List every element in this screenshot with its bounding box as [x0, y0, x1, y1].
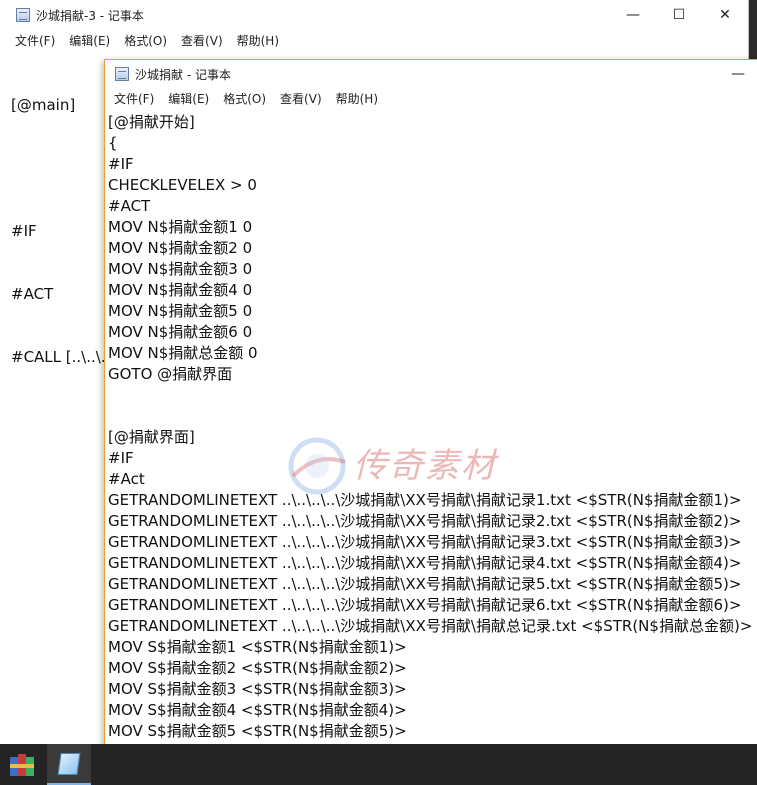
text-line: MOV N$捐献总金额 0	[108, 344, 258, 362]
menu-file[interactable]: 文件(F)	[107, 90, 161, 107]
text-line: GETRANDOMLINETEXT ..\..\..\..\沙城捐献\XX号捐献…	[108, 554, 742, 572]
archive-icon	[10, 753, 34, 776]
menu-view[interactable]: 查看(V)	[273, 90, 329, 107]
text-editor[interactable]: [@捐献开始] { #IF CHECKLEVELEX > 0 #ACT MOV N$捐献金…	[105, 110, 757, 746]
menu-view[interactable]: 查看(V)	[174, 32, 230, 49]
text-line	[108, 385, 757, 406]
close-button[interactable]: ✕	[702, 0, 748, 30]
notepad-window-front[interactable]: 沙城捐献 - 记事本 — 文件(F) 编辑(E) 格式(O) 查看(V) 帮助(…	[104, 59, 757, 746]
text-line: GETRANDOMLINETEXT ..\..\..\..\沙城捐献\XX号捐献…	[108, 596, 742, 614]
text-line: MOV S$捐献金额3 <$STR(N$捐献金额3)>	[108, 680, 407, 698]
text-line: GETRANDOMLINETEXT ..\..\..\..\沙城捐献\XX号捐献…	[108, 617, 753, 635]
text-line: #IF	[108, 155, 134, 173]
taskbar-archive-app[interactable]	[0, 744, 44, 785]
menu-bar: 文件(F) 编辑(E) 格式(O) 查看(V) 帮助(H)	[105, 88, 757, 109]
title-bar[interactable]: 沙城捐献 - 记事本 —	[105, 60, 757, 88]
text-line: MOV N$捐献金额1 0	[108, 218, 253, 236]
notepad-icon	[115, 67, 129, 81]
text-line: MOV N$捐献金额2 0	[108, 239, 253, 257]
text-line: GETRANDOMLINETEXT ..\..\..\..\沙城捐献\XX号捐献…	[108, 512, 742, 530]
text-line: MOV N$捐献金额5 0	[108, 302, 253, 320]
taskbar-notepad-app[interactable]	[47, 744, 91, 785]
minimize-button[interactable]: —	[610, 0, 656, 30]
text-line	[108, 406, 757, 427]
text-line: [@捐献界面]	[108, 428, 195, 446]
window-controls: — ☐ ✕	[610, 0, 748, 30]
text-line: MOV N$捐献金额6 0	[108, 323, 253, 341]
window-controls: —	[718, 60, 757, 88]
menu-file[interactable]: 文件(F)	[8, 32, 62, 49]
text-line: GETRANDOMLINETEXT ..\..\..\..\沙城捐献\XX号捐献…	[108, 575, 742, 593]
text-line: #Act	[108, 470, 145, 488]
text-line: GETRANDOMLINETEXT ..\..\..\..\沙城捐献\XX号捐献…	[108, 533, 742, 551]
menu-edit[interactable]: 编辑(E)	[161, 90, 216, 107]
text-line: MOV S$捐献金额1 <$STR(N$捐献金额1)>	[108, 638, 407, 656]
title-bar[interactable]: 沙城捐献-3 - 记事本 — ☐ ✕	[0, 0, 748, 30]
menu-help[interactable]: 帮助(H)	[329, 90, 385, 107]
menu-help[interactable]: 帮助(H)	[230, 32, 286, 49]
notepad-icon	[16, 8, 30, 22]
text-line: MOV N$捐献金额3 0	[108, 260, 253, 278]
text-line: #IF	[108, 449, 134, 467]
text-line: MOV N$捐献金额4 0	[108, 281, 253, 299]
menu-bar: 文件(F) 编辑(E) 格式(O) 查看(V) 帮助(H)	[0, 30, 748, 51]
taskbar	[0, 744, 757, 785]
minimize-button[interactable]: —	[718, 60, 757, 88]
notepad-icon	[57, 752, 81, 775]
text-line: #ACT	[108, 197, 151, 215]
window-title: 沙城捐献-3 - 记事本	[36, 8, 144, 23]
text-line: MOV S$捐献金额2 <$STR(N$捐献金额2)>	[108, 659, 407, 677]
window-title: 沙城捐献 - 记事本	[135, 67, 231, 82]
desktop: 沙城捐献-3 - 记事本 — ☐ ✕ 文件(F) 编辑(E) 格式(O) 查看(…	[0, 0, 757, 785]
text-line: [@捐献开始]	[108, 113, 195, 131]
maximize-button[interactable]: ☐	[656, 0, 702, 30]
text-line: GOTO @捐献界面	[108, 365, 233, 383]
text-line: GETRANDOMLINETEXT ..\..\..\..\沙城捐献\XX号捐献…	[108, 491, 742, 509]
text-line: MOV S$捐献金额5 <$STR(N$捐献金额5)>	[108, 722, 407, 740]
text-line: {	[108, 134, 118, 152]
menu-edit[interactable]: 编辑(E)	[62, 32, 117, 49]
menu-format[interactable]: 格式(O)	[117, 32, 174, 49]
text-line: CHECKLEVELEX > 0	[108, 176, 257, 194]
text-line: MOV S$捐献金额4 <$STR(N$捐献金额4)>	[108, 701, 407, 719]
menu-format[interactable]: 格式(O)	[216, 90, 273, 107]
